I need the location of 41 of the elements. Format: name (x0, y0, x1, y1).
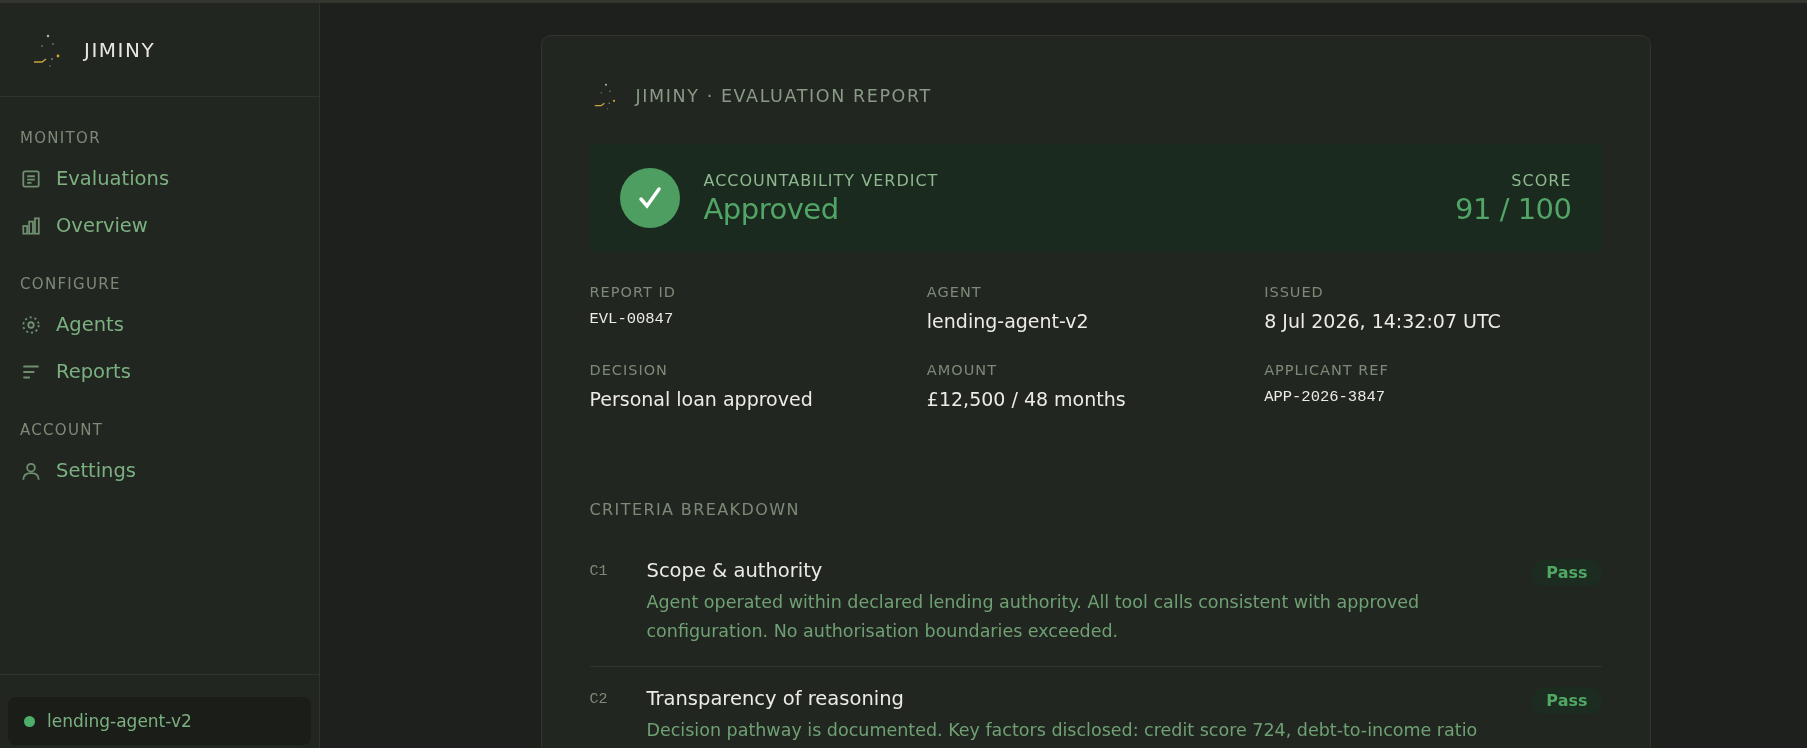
field-label: APPLICANT REF (1264, 362, 1390, 378)
nav-icon (20, 313, 42, 336)
nav-item[interactable]: Agents (0, 301, 319, 348)
field-label: DECISION (589, 362, 669, 378)
criterion-title: Scope & authority (646, 559, 824, 582)
result-badge: Pass (1532, 559, 1602, 586)
section-heading: ACCOUNT (19, 420, 105, 441)
verdict-label: ACCOUNTABILITY VERDICT (703, 170, 939, 190)
agent-status[interactable]: lending-agent-v2 (8, 697, 311, 745)
check-icon (619, 168, 680, 228)
field-label: AMOUNT (926, 362, 998, 378)
field-label: REPORT ID (589, 284, 677, 300)
nav-item[interactable]: Settings (0, 447, 319, 494)
report-header: JIMINY · EVALUATION REPORT (635, 86, 932, 106)
field-value: 8 Jul 2026, 14:32:07 UTC (1264, 310, 1502, 332)
nav-item[interactable]: Overview (0, 202, 319, 249)
criterion-title: Transparency of reasoning (646, 687, 905, 710)
nav-item[interactable]: Evaluations (0, 155, 319, 202)
score-value: 91 / 100 (1455, 191, 1572, 226)
field-value: lending-agent-v2 (926, 310, 1090, 332)
criterion-description: Decision pathway is documented. Key factors disclosed: credit score 724, debt-to-income ratio (646, 719, 1479, 742)
criterion-code: C2 (589, 690, 609, 710)
nav-icon (20, 214, 42, 237)
status-dot-icon (24, 715, 35, 727)
field-label: ISSUED (1264, 284, 1325, 300)
field-value: APP-2026-3847 (1264, 388, 1387, 406)
criterion-description: Agent operated within declared lending authority. All tool calls consistent with approved configuration. No authorisation boundaries exceeded. (646, 591, 1421, 643)
verdict-value: Approved (703, 191, 840, 226)
score-label: SCORE (1510, 170, 1572, 190)
criterion-code: C1 (589, 562, 609, 582)
field-label: AGENT (926, 284, 983, 300)
field-value: Personal loan approved (589, 388, 814, 410)
section-heading: CRITERIA BREAKDOWN (589, 500, 801, 519)
section-heading: MONITOR (19, 128, 102, 149)
section-heading: CONFIGURE (19, 274, 122, 295)
field-value: EVL-00847 (589, 310, 675, 328)
nav-icon (20, 167, 42, 190)
result-badge: Pass (1532, 687, 1602, 714)
field-value: £12,500 / 48 months (926, 388, 1127, 410)
nav-item[interactable]: Reports (0, 348, 319, 395)
brand-name: JIMINY (84, 37, 156, 62)
